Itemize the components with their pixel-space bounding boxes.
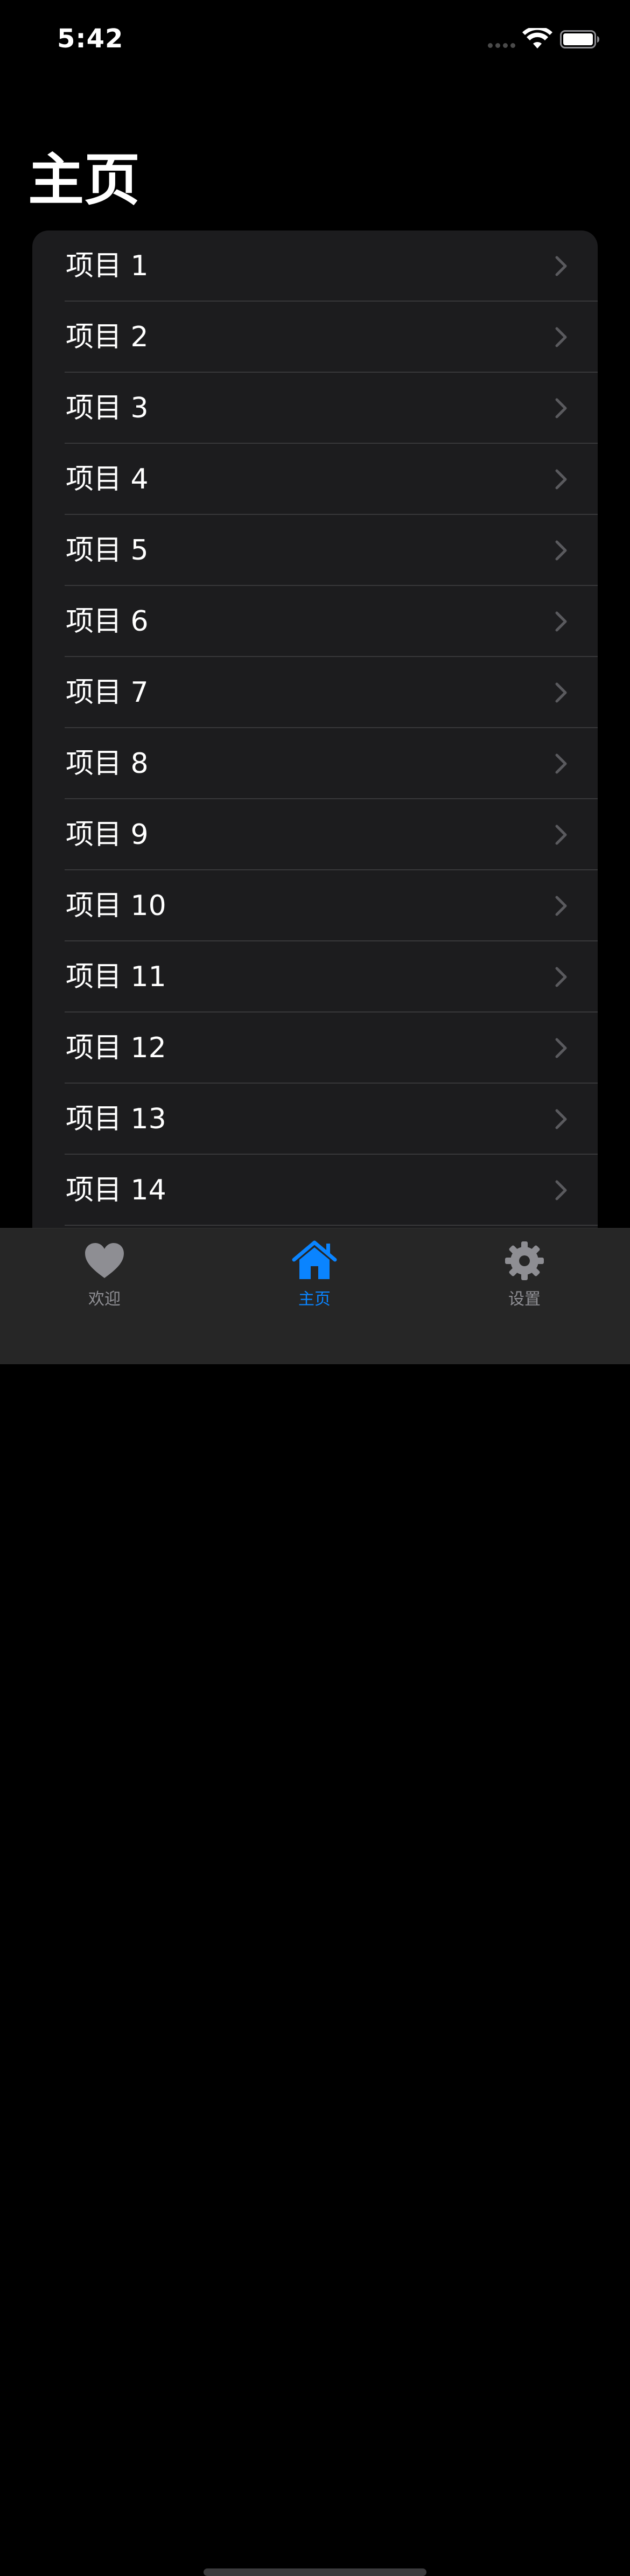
chevron-right-icon — [555, 611, 567, 632]
chevron-right-icon — [555, 256, 567, 276]
status-bar: 5:42 — [0, 0, 630, 81]
home-indicator[interactable] — [204, 2568, 426, 2576]
chevron-right-icon — [555, 753, 567, 774]
page-title: 主页 — [28, 147, 141, 213]
list-item-label: 项目 12 — [66, 1032, 166, 1064]
list-item-label: 项目 1 — [66, 250, 149, 282]
list-item-label: 项目 5 — [66, 534, 149, 567]
list-item[interactable]: 项目 2 — [32, 302, 598, 373]
chevron-right-icon — [555, 825, 567, 845]
list-item[interactable]: 项目 13 — [32, 1084, 598, 1155]
house-icon — [292, 1240, 337, 1279]
chevron-right-icon — [555, 967, 567, 987]
tab-home-label: 主页 — [298, 1290, 331, 1309]
list-item[interactable]: 项目 7 — [32, 657, 598, 728]
list-item-label: 项目 7 — [66, 676, 149, 709]
chevron-right-icon — [555, 469, 567, 490]
row-divider — [65, 1225, 598, 1226]
gear-icon — [505, 1241, 544, 1280]
tab-bar: 欢迎 主页 设置 — [0, 1228, 630, 2576]
list-item[interactable]: 项目 1 — [32, 231, 598, 302]
wifi-icon — [522, 28, 552, 48]
list-item-label: 项目 2 — [66, 321, 149, 353]
list-item[interactable]: 项目 3 — [32, 373, 598, 444]
list-item[interactable]: 项目 5 — [32, 515, 598, 586]
list-item[interactable]: 项目 12 — [32, 1013, 598, 1084]
heart-icon — [85, 1243, 124, 1278]
list-item-label: 项目 4 — [66, 463, 149, 495]
chevron-right-icon — [555, 1180, 567, 1200]
list-item-label: 项目 14 — [66, 1174, 166, 1206]
list-item-label: 项目 9 — [66, 819, 149, 851]
list-item[interactable]: 项目 9 — [32, 799, 598, 870]
item-list: 项目 1 项目 2 项目 3 项目 4 项目 5 项目 6 项目 7 项目 8 项目 9 项目 1… — [32, 231, 598, 1232]
chevron-right-icon — [555, 1109, 567, 1129]
list-item[interactable]: 项目 8 — [32, 728, 598, 799]
list-item[interactable]: 项目 6 — [32, 586, 598, 657]
list-item-label: 项目 8 — [66, 748, 149, 780]
chevron-right-icon — [555, 398, 567, 418]
list-item[interactable]: 项目 10 — [32, 870, 598, 941]
list-item-label: 项目 6 — [66, 605, 149, 638]
tab-settings[interactable]: 设置 — [471, 1238, 578, 1309]
tab-home[interactable]: 主页 — [261, 1238, 368, 1309]
tab-welcome-label: 欢迎 — [88, 1290, 121, 1309]
list-item-label: 项目 10 — [66, 890, 166, 922]
chevron-right-icon — [555, 896, 567, 916]
list-item-label: 项目 3 — [66, 392, 149, 424]
chevron-right-icon — [555, 682, 567, 703]
tab-settings-label: 设置 — [508, 1290, 541, 1309]
list-item[interactable]: 项目 4 — [32, 444, 598, 515]
battery-icon — [560, 30, 599, 48]
list-item[interactable]: 项目 11 — [32, 941, 598, 1013]
list-item-label: 项目 13 — [66, 1103, 166, 1135]
chevron-right-icon — [555, 327, 567, 347]
status-time: 5:42 — [57, 24, 124, 54]
tab-welcome[interactable]: 欢迎 — [51, 1238, 158, 1309]
list-item-label: 项目 11 — [66, 961, 166, 993]
chevron-right-icon — [555, 1038, 567, 1058]
cellular-signal-icon — [488, 43, 515, 48]
list-item[interactable]: 项目 14 — [32, 1155, 598, 1226]
chevron-right-icon — [555, 540, 567, 561]
